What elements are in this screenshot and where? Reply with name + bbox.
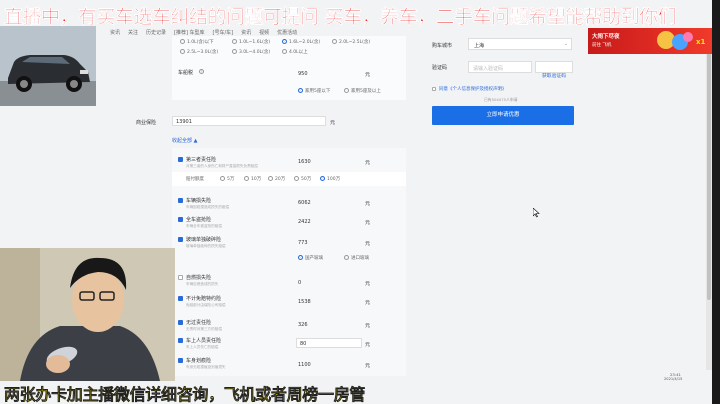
unit-label: 元 bbox=[365, 363, 371, 369]
game-title: 大闹下尽夜 bbox=[592, 34, 620, 40]
insurance-name: 无过责任险 bbox=[186, 320, 212, 326]
insurance-hint: 车上人员伤亡的赔偿 bbox=[186, 345, 219, 349]
liability-limits: 赔付额度 5万 10万 20万 50万 100万 bbox=[172, 172, 406, 186]
checkbox-checked[interactable] bbox=[178, 338, 183, 343]
insurance-hint: 免赔部分由保险公司赔偿 bbox=[186, 303, 226, 307]
checkbox-unchecked[interactable] bbox=[178, 275, 183, 280]
top-banner-text: 直播中，有买车选车纠结的问题可提问 买车，养车，二手车问题希望能帮助到你们 bbox=[4, 5, 677, 28]
displacement-option[interactable]: 1.6L~2.0L(含) bbox=[282, 39, 320, 45]
unit-label: 元 bbox=[365, 342, 371, 348]
unit-label: 元 bbox=[365, 281, 371, 287]
insurance-hint: 车辆全车被盗抢的赔偿 bbox=[186, 224, 222, 228]
limit-option[interactable]: 5万 bbox=[220, 176, 234, 182]
submit-offer-button[interactable]: 立即申请优惠 bbox=[432, 106, 574, 125]
unit-label: 元 bbox=[365, 201, 371, 207]
agree-text[interactable]: 同意《个人信息保护及授权声明》 bbox=[439, 87, 507, 92]
insurance-name: 车辆损失险 bbox=[186, 198, 212, 204]
car-thumbnail[interactable] bbox=[0, 26, 96, 106]
unit-label: 元 bbox=[365, 300, 371, 306]
unit-label: 元 bbox=[365, 220, 371, 226]
help-icon[interactable]: ? bbox=[199, 69, 204, 74]
verification-code-input[interactable]: 请输入验证码 bbox=[468, 61, 532, 73]
displacement-option[interactable]: 3.0L~4.0L(含) bbox=[232, 49, 270, 55]
displacement-option[interactable]: 1.0L~1.6L(含) bbox=[232, 39, 270, 45]
checkbox-checked[interactable] bbox=[178, 358, 183, 363]
chevron-down-icon: ⌄ bbox=[563, 41, 568, 47]
city-select[interactable]: 上海 ⌄ bbox=[468, 38, 572, 50]
insurance-hint: 玻璃单独破碎的损失赔偿 bbox=[186, 244, 226, 248]
game-widget[interactable]: 大闹下尽夜 前往 飞机 x1 bbox=[588, 28, 712, 54]
code-label: 验证码 bbox=[432, 65, 448, 71]
displacement-option[interactable]: 1.0L(含)以下 bbox=[180, 39, 214, 45]
insurance-value: 0 bbox=[298, 280, 302, 286]
streamer-image-icon bbox=[0, 248, 175, 381]
insurance-name: 车身划痕险 bbox=[186, 358, 212, 364]
vehicle-tax-label: 车船税 bbox=[178, 70, 194, 76]
insurance-value: 1630 bbox=[298, 159, 311, 165]
tax-calculator: 1.0L(含)以下 1.0L~1.6L(含) 1.6L~2.0L(含) 2.0L… bbox=[172, 36, 406, 100]
insurance-list: 第三者责任险 对第三者的人身伤亡和财产直接损失负责赔偿 1630 元 赔付额度 … bbox=[172, 148, 406, 376]
checkbox-checked[interactable] bbox=[178, 217, 183, 222]
scrollbar-thumb[interactable] bbox=[707, 40, 711, 300]
insurance-name: 不计免赔特约险 bbox=[186, 296, 222, 302]
streamer-webcam bbox=[0, 248, 175, 381]
checkbox-checked[interactable] bbox=[178, 296, 183, 301]
city-label: 购车城市 bbox=[432, 43, 453, 49]
glass-options: 国产玻璃 进口玻璃 bbox=[172, 252, 406, 264]
insurance-name: 玻璃单独破碎险 bbox=[186, 237, 222, 243]
tax-seat-option[interactable]: 家用5座以下 bbox=[298, 88, 330, 94]
checkbox-checked[interactable] bbox=[178, 237, 183, 242]
unit-label: 元 bbox=[330, 120, 336, 126]
insurance-value: 1100 bbox=[298, 362, 311, 368]
insurance-name: 第三者责任险 bbox=[186, 157, 217, 163]
get-code-button[interactable]: 获取验证码 bbox=[535, 61, 573, 79]
bottom-banner-text: 两张办卡加主播微信详细咨询，飞机或者周榜一房管 bbox=[4, 384, 366, 404]
insurance-name: 全车盗抢险 bbox=[186, 217, 212, 223]
mouse-cursor-icon bbox=[533, 208, 540, 218]
passenger-insurance-input[interactable]: 80 bbox=[296, 338, 362, 348]
insurance-value: 326 bbox=[298, 322, 308, 328]
commercial-insurance-input[interactable]: 13901 bbox=[172, 116, 326, 126]
checkbox-checked[interactable] bbox=[178, 198, 183, 203]
game-character-icon bbox=[657, 31, 693, 50]
insurance-name: 自燃损失险 bbox=[186, 275, 212, 281]
agree-checkbox[interactable]: 同意《个人信息保护及授权声明》 bbox=[432, 86, 507, 92]
suv-image-icon bbox=[0, 26, 96, 106]
commercial-insurance-label: 商业保险 bbox=[136, 120, 157, 126]
insurance-hint: 车辆因碰撞造成损失的赔偿 bbox=[186, 205, 230, 209]
checkbox-checked[interactable] bbox=[178, 157, 183, 162]
collapse-all-link[interactable]: 收起全部 ▲ bbox=[172, 137, 197, 144]
displacement-option[interactable]: 2.0L~2.5L(含) bbox=[332, 39, 370, 45]
unit-label: 元 bbox=[365, 241, 371, 247]
insurance-name: 车上人员责任险 bbox=[186, 338, 222, 344]
unit-label: 元 bbox=[365, 72, 371, 78]
checkbox-checked[interactable] bbox=[178, 320, 183, 325]
limit-option[interactable]: 20万 bbox=[268, 176, 285, 182]
limit-option[interactable]: 100万 bbox=[320, 176, 340, 182]
game-subtitle: 前往 飞机 bbox=[592, 43, 612, 48]
liability-label: 赔付额度 bbox=[186, 177, 204, 182]
displacement-option[interactable]: 2.5L~3.0L(含) bbox=[180, 49, 218, 55]
glass-option[interactable]: 进口玻璃 bbox=[344, 255, 369, 261]
insurance-hint: 对第三者的人身伤亡和财产直接损失负责赔偿 bbox=[186, 164, 258, 168]
unit-label: 元 bbox=[365, 323, 371, 329]
insurance-value: 6062 bbox=[298, 200, 311, 206]
insurance-hint: 车身无碰撞痕迹划痕损失 bbox=[186, 365, 226, 369]
insurance-hint: 无责时对第三方的赔偿 bbox=[186, 327, 222, 331]
vehicle-tax-value: 950 bbox=[298, 71, 308, 77]
insurance-hint: 车辆自燃造成的损失 bbox=[186, 282, 219, 286]
insurance-value: 773 bbox=[298, 240, 308, 246]
tax-seat-option[interactable]: 家用5座及以上 bbox=[344, 88, 381, 94]
displacement-option[interactable]: 4.0L以上 bbox=[282, 49, 308, 55]
stream-frame: 资讯 关注 历史记录 [推荐] 车型库 [号车/车] 资讯 视频 优惠活动 1.… bbox=[0, 0, 720, 404]
glass-option[interactable]: 国产玻璃 bbox=[298, 255, 323, 261]
insurance-value: 1538 bbox=[298, 299, 311, 305]
applied-count: 已有504075人申请 bbox=[484, 97, 518, 102]
insurance-value: 2422 bbox=[298, 219, 311, 225]
game-badge: x1 bbox=[696, 38, 706, 46]
limit-option[interactable]: 10万 bbox=[244, 176, 261, 182]
unit-label: 元 bbox=[365, 160, 371, 166]
limit-option[interactable]: 50万 bbox=[294, 176, 311, 182]
